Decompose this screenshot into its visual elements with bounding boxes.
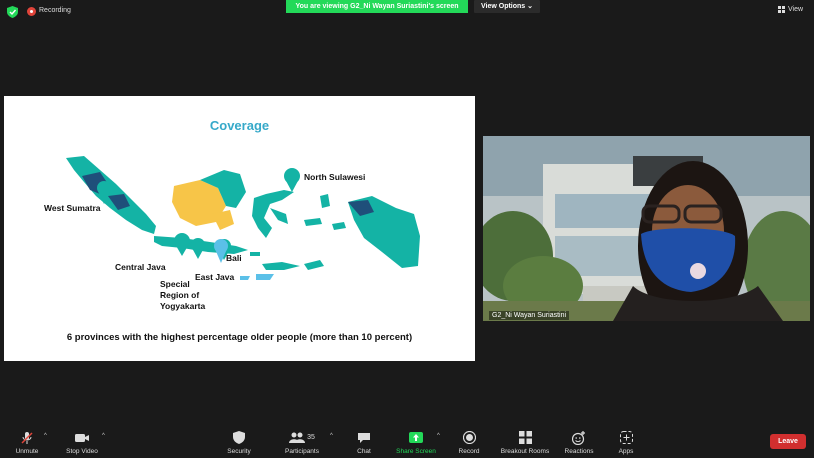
- record-label: Record: [458, 448, 480, 455]
- security-shield-icon: [233, 429, 245, 446]
- view-label: View: [788, 6, 804, 13]
- reactions-label: Reactions: [564, 448, 594, 455]
- pin-yogyakarta: [191, 238, 205, 259]
- slide-title: Coverage: [209, 118, 270, 133]
- participant-name-label: G2_Ni Wayan Suriastini: [489, 311, 570, 320]
- record-icon: [462, 429, 476, 446]
- viewing-banner: You are viewing G2_Ni Wayan Suriastini's…: [286, 0, 468, 13]
- label-west-sumatra: West Sumatra: [44, 203, 101, 213]
- apps-label: Apps: [618, 448, 634, 455]
- participants-button[interactable]: 35 Participants: [280, 424, 324, 458]
- pin-central-java: [174, 233, 190, 256]
- shared-screen-slide: Coverage West Sumatra North Sulawesi Cen…: [4, 96, 475, 361]
- reactions-button[interactable]: Reactions: [562, 424, 596, 458]
- meeting-toolbar: Unmute ^ Stop Video ^ Security 35 Partic…: [0, 424, 814, 458]
- leave-button[interactable]: Leave: [770, 434, 806, 449]
- unmute-label: Unmute: [15, 448, 39, 455]
- apps-icon: [619, 429, 633, 446]
- view-options-button[interactable]: View Options ⌄: [474, 0, 540, 13]
- breakout-rooms-label: Breakout Rooms: [500, 448, 550, 455]
- video-camera-icon: [74, 429, 90, 446]
- share-screen-icon: [409, 429, 423, 446]
- chat-bubble-icon: [357, 429, 371, 446]
- security-label: Security: [227, 448, 251, 455]
- smiley-plus-icon: [572, 429, 586, 446]
- participants-count: 35: [307, 434, 315, 441]
- participants-icon: 35: [289, 429, 315, 446]
- label-bali: Bali: [226, 253, 242, 263]
- muted-mic-icon: [20, 429, 34, 446]
- record-button[interactable]: Record: [456, 424, 482, 458]
- recording-icon: [27, 7, 36, 16]
- recording-label: Recording: [39, 7, 71, 14]
- share-screen-button[interactable]: Share Screen: [394, 424, 438, 458]
- audio-options-caret-icon[interactable]: ^: [44, 433, 47, 439]
- grid-view-icon: [778, 6, 785, 13]
- video-options-caret-icon[interactable]: ^: [102, 433, 105, 439]
- security-button[interactable]: Security: [224, 424, 254, 458]
- participant-video[interactable]: [483, 136, 810, 321]
- video-frame: [483, 136, 810, 321]
- participants-options-caret-icon[interactable]: ^: [330, 433, 333, 439]
- indonesia-map: [66, 156, 420, 280]
- top-bar: Recording You are viewing G2_Ni Wayan Su…: [0, 0, 814, 24]
- pin-north-sulawesi: [284, 168, 300, 192]
- shield-icon[interactable]: [7, 6, 18, 18]
- share-options-caret-icon[interactable]: ^: [437, 433, 440, 439]
- apps-button[interactable]: Apps: [614, 424, 638, 458]
- label-east-java: East Java: [195, 272, 235, 282]
- label-yogyakarta-line1: Special: [160, 279, 190, 289]
- label-central-java: Central Java: [115, 262, 166, 272]
- stop-video-button[interactable]: Stop Video: [62, 424, 102, 458]
- label-yogyakarta-line2: Region of: [160, 290, 200, 300]
- participants-label: Participants: [285, 448, 319, 455]
- slide-caption: 6 provinces with the highest percentage …: [66, 332, 413, 343]
- breakout-rooms-icon: [518, 429, 532, 446]
- share-screen-label: Share Screen: [396, 448, 436, 455]
- chat-label: Chat: [357, 448, 371, 455]
- label-yogyakarta-line3: Yogyakarta: [160, 301, 206, 311]
- chat-button[interactable]: Chat: [352, 424, 376, 458]
- breakout-rooms-button[interactable]: Breakout Rooms: [498, 424, 552, 458]
- view-button[interactable]: View: [778, 6, 803, 13]
- label-north-sulawesi: North Sulawesi: [304, 172, 366, 182]
- unmute-button[interactable]: Unmute: [12, 424, 42, 458]
- stop-video-label: Stop Video: [66, 448, 98, 455]
